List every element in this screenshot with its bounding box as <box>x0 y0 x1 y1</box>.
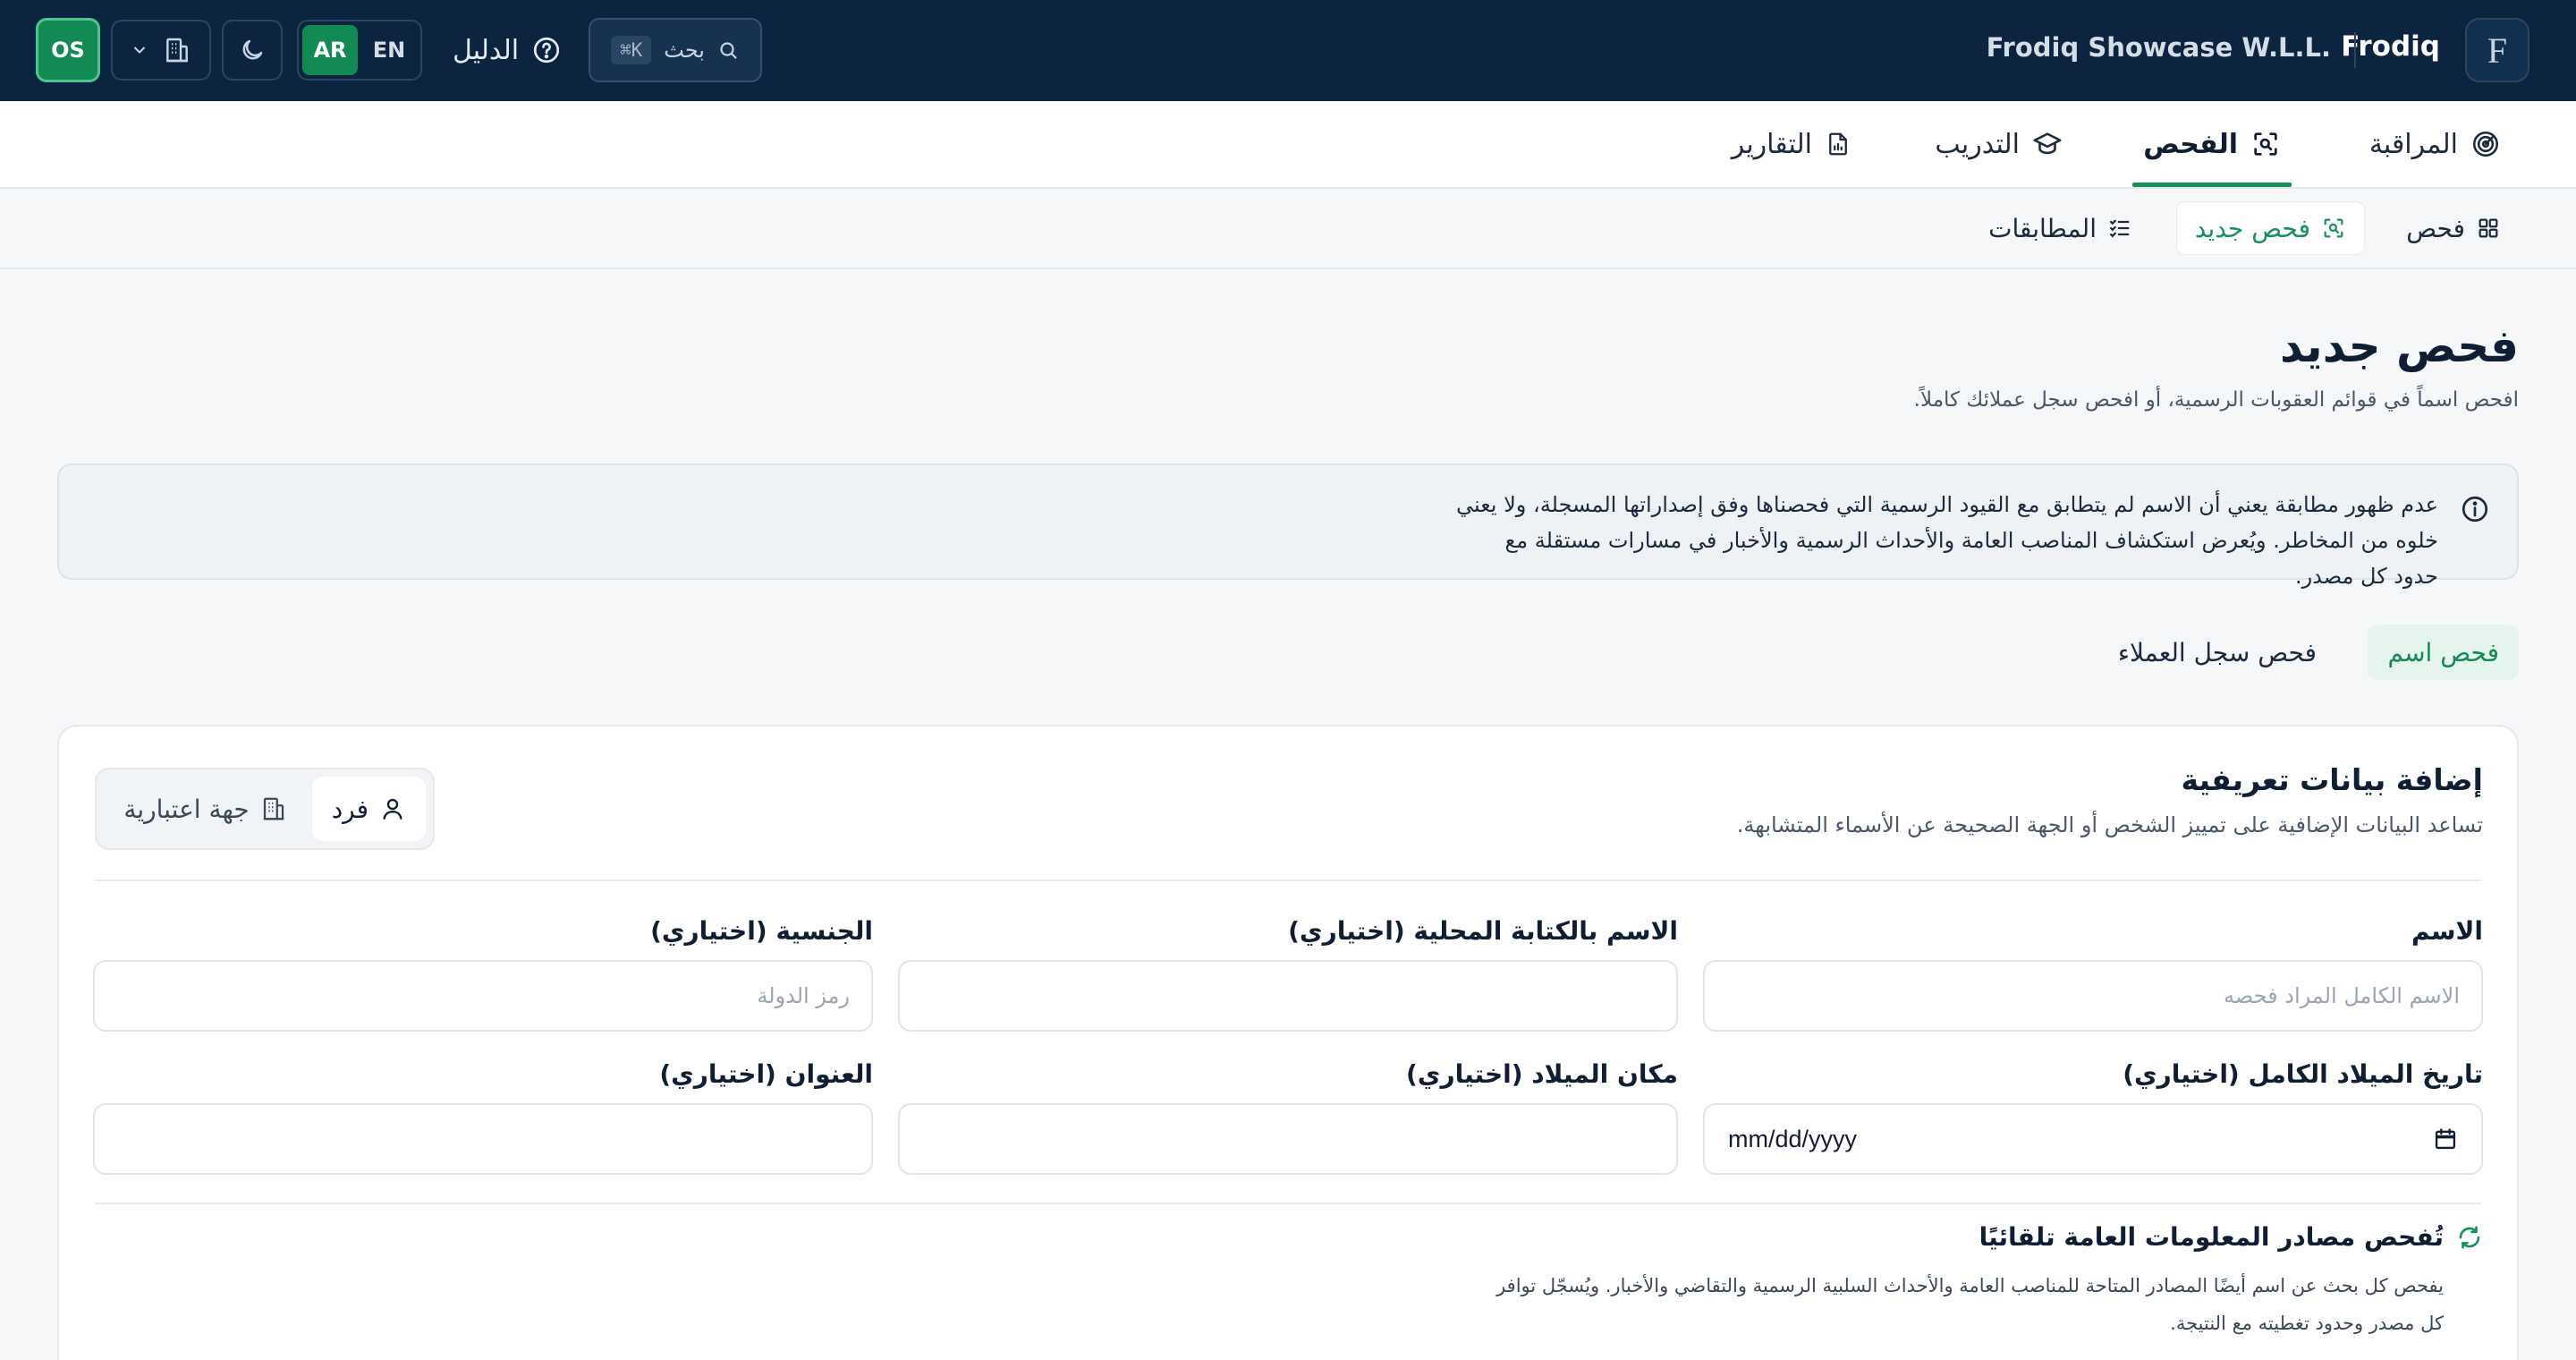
entity-individual-label: فرد <box>331 794 369 824</box>
identifiers-card: إضافة بيانات تعريفية تساعد البيانات الإض… <box>57 725 2519 1360</box>
page-subtitle: افحص اسماً في قوائم العقوبات الرسمية، أو… <box>1913 388 2519 412</box>
user-initials: OS <box>51 38 85 63</box>
brand-divider <box>2354 32 2356 68</box>
calendar-icon[interactable] <box>2433 1126 2458 1152</box>
local-name-label: الاسم بالكتابة المحلية (اختياري) <box>1288 916 1678 946</box>
brand-initial: F <box>2487 30 2508 71</box>
refresh-icon <box>2456 1224 2483 1251</box>
nationality-input[interactable] <box>93 960 873 1032</box>
card-divider <box>95 1203 2481 1204</box>
building-icon <box>260 795 287 822</box>
scan-icon <box>2321 216 2346 241</box>
tab-reports-label: التقارير <box>1731 128 1812 160</box>
subtab-screening[interactable]: فحص <box>2388 201 2519 255</box>
auto-check-text: يفحص كل بحث عن اسم أيضًا المصادر المتاحة… <box>1496 1275 2444 1334</box>
entity-type-toggle: فرد جهة اعتبارية <box>95 768 435 850</box>
auto-check-title: تُفحص مصادر المعلومات العامة تلقائيًا <box>1979 1222 2444 1252</box>
entity-legal-label: جهة اعتبارية <box>123 794 250 824</box>
subtab-matches[interactable]: المطابقات <box>1970 201 2150 255</box>
help-label: الدليل <box>453 34 520 66</box>
tab-screening-label: الفحص <box>2143 128 2238 160</box>
birthplace-label: مكان الميلاد (اختياري) <box>1406 1059 1678 1089</box>
language-toggle: AR EN <box>297 20 422 81</box>
dob-label: تاريخ الميلاد الكامل (اختياري) <box>2123 1059 2483 1089</box>
top-bar: F Frodiq Frodiq Showcase W.L.L. OS AR EN… <box>0 0 2576 101</box>
tab-customer-list-screening[interactable]: فحص سجل العملاء <box>2098 625 2336 680</box>
dob-input[interactable]: mm/dd/yyyy <box>1703 1103 2483 1175</box>
tab-screening[interactable]: الفحص <box>2132 101 2292 187</box>
subtab-screening-label: فحص <box>2406 213 2465 243</box>
building-icon <box>163 36 191 64</box>
primary-nav: المراقبة الفحص التدريب التقارير <box>0 101 2576 189</box>
entity-legal-option[interactable]: جهة اعتبارية <box>104 777 306 841</box>
subtab-matches-label: المطابقات <box>1988 213 2097 243</box>
scan-icon <box>2250 129 2281 159</box>
tab-reports[interactable]: التقارير <box>1732 101 1852 187</box>
page-title: فحص جديد <box>2280 320 2519 372</box>
lang-ar-button[interactable]: AR <box>302 25 358 75</box>
graduation-cap-icon <box>2032 129 2063 159</box>
card-title: إضافة بيانات تعريفية <box>2181 762 2483 797</box>
name-label: الاسم <box>2411 916 2483 946</box>
auto-check-heading: تُفحص مصادر المعلومات العامة تلقائيًا <box>1979 1222 2483 1252</box>
search-label: بحث <box>664 38 705 63</box>
dob-placeholder: mm/dd/yyyy <box>1728 1125 1858 1152</box>
subtab-new-screening[interactable]: فحص جديد <box>2175 201 2365 255</box>
birthplace-input[interactable] <box>898 1103 1678 1175</box>
radar-icon <box>2470 129 2501 159</box>
tab-training-label: التدريب <box>1935 128 2020 160</box>
help-circle-icon <box>531 35 562 65</box>
name-input[interactable] <box>1703 960 2483 1032</box>
card-subtitle: تساعد البيانات الإضافية على تمييز الشخص … <box>1736 812 2483 837</box>
search-button[interactable]: ⌘K بحث <box>589 18 762 82</box>
user-avatar[interactable]: OS <box>36 18 100 82</box>
grid-icon <box>2476 216 2501 241</box>
tab-name-screening[interactable]: فحص اسم <box>2368 625 2519 680</box>
theme-toggle-button[interactable] <box>222 20 283 81</box>
search-shortcut: ⌘K <box>610 36 652 64</box>
report-file-icon <box>1825 129 1852 159</box>
moon-icon <box>239 37 266 64</box>
tab-training[interactable]: التدريب <box>1935 101 2063 187</box>
secondary-nav: فحص فحص جديد المطابقات <box>0 189 2576 269</box>
info-icon <box>2460 494 2490 524</box>
address-label: العنوان (اختياري) <box>659 1059 873 1089</box>
brand-logo[interactable]: F <box>2465 18 2529 82</box>
tab-monitoring-label: المراقبة <box>2368 128 2458 160</box>
subtab-new-screening-label: فحص جديد <box>2194 213 2310 243</box>
address-input[interactable] <box>93 1103 873 1175</box>
local-name-input[interactable] <box>898 960 1678 1032</box>
entity-individual-option[interactable]: فرد <box>311 777 426 841</box>
company-name[interactable]: Frodiq Showcase W.L.L. <box>1987 32 2331 63</box>
organization-switcher[interactable] <box>111 20 211 81</box>
list-check-icon <box>2107 216 2132 241</box>
tab-monitoring[interactable]: المراقبة <box>2369 101 2501 187</box>
lang-en-button[interactable]: EN <box>361 25 417 75</box>
help-guide-link[interactable]: الدليل <box>453 29 562 72</box>
info-notice: عدم ظهور مطابقة يعني أن الاسم لم يتطابق … <box>57 463 2519 589</box>
search-icon <box>717 39 739 61</box>
card-divider <box>95 880 2481 881</box>
user-icon <box>379 795 406 822</box>
nationality-label: الجنسية (اختياري) <box>650 916 873 946</box>
chevron-down-icon <box>131 41 148 59</box>
notice-text: عدم ظهور مطابقة يعني أن الاسم لم يتطابق … <box>1455 492 2438 589</box>
